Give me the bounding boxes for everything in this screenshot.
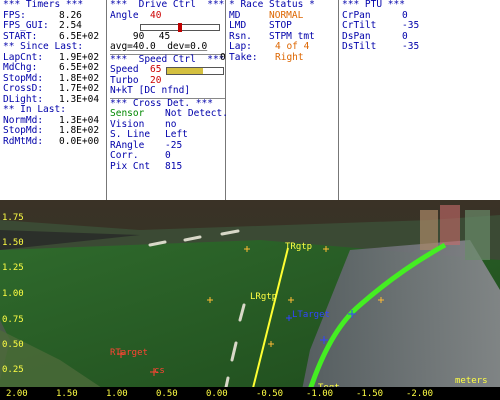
timer-row: START: 6.5E+02 [3, 30, 100, 42]
x-axis: 2.00 1.50 1.00 0.50 0.00 -0.50 -1.00 -1.… [0, 387, 500, 400]
race-status-header: * Race Status * [229, 0, 315, 10]
x-tick: 1.00 [106, 389, 128, 399]
y-tick: 0.50 [2, 340, 24, 350]
units-label: meters [455, 376, 488, 386]
camera-view[interactable]: TRgtp LRgtp LTarget RTarget cs Tegt 1.75… [0, 200, 500, 400]
y-tick: 0.25 [2, 365, 24, 375]
timers-panel: *** Timers *** FPS: 8.26 FPS_GUI: 2.54 STA… [0, 0, 107, 200]
x-tick: 0.00 [206, 389, 228, 399]
nkt-status: N+kT [DC nfnd] [110, 85, 191, 96]
y-tick: 1.25 [2, 263, 24, 273]
speed-meter [166, 67, 224, 75]
in-last-row: RdMtMd: 0.0E+00 [3, 135, 100, 147]
trgtp-label: TRgtp [285, 242, 313, 252]
x-tick: 0.50 [156, 389, 178, 399]
y-tick: 0.75 [2, 315, 24, 325]
cs-label: cs [154, 366, 165, 376]
y-tick: 1.50 [2, 238, 24, 248]
y-tick: 1.00 [2, 289, 24, 299]
angle-row: Angle 40 [110, 9, 162, 21]
angle-slider-row: 90 0 [110, 21, 226, 62]
avg-dev-text: avg=40.0 dev=0.0 [110, 41, 208, 52]
ltarget-label: LTarget [292, 310, 330, 320]
control-panel: *** Drive Ctrl *** Angle 40 90 0 45 avg=4… [107, 0, 228, 200]
x-tick: 2.00 [6, 389, 28, 399]
ptu-panel: *** PTU *** CrPan 0 CrTilt -35 DsPan 0 DsTi… [339, 0, 500, 200]
rtarget-label: RTarget [110, 348, 148, 358]
x-tick: 1.50 [56, 389, 78, 399]
slider-max-label: 0 [220, 51, 226, 63]
lrgtp-label: LRgtp [250, 292, 278, 302]
y-tick: 1.75 [2, 213, 24, 223]
since-row: DLight: 1.3E+04 [3, 93, 100, 105]
x-tick: -1.50 [356, 389, 384, 399]
x-tick: -1.00 [306, 389, 334, 399]
ptu-row: DsTilt -35 [342, 41, 420, 52]
x-tick: -0.50 [256, 389, 284, 399]
race-status-panel: * Race Status * MD NORMAL LMD STOP Rsn. STP… [226, 0, 339, 200]
race-row: Take: Right [229, 51, 304, 63]
x-tick: -2.00 [406, 389, 434, 399]
cross-row: Pix Cnt 815 [110, 160, 183, 172]
angle-slider[interactable] [140, 23, 220, 32]
